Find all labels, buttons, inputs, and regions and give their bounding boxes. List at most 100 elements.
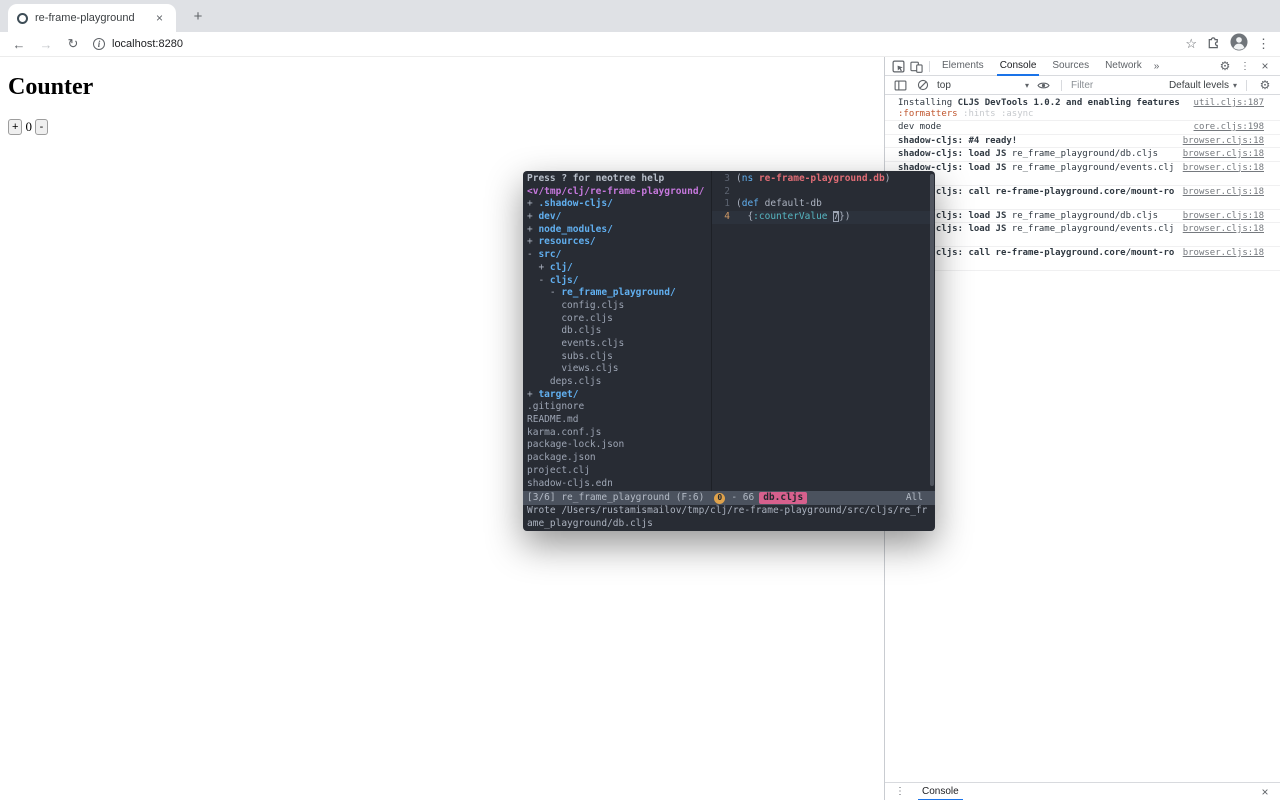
console-filter-input[interactable]	[1071, 79, 1157, 91]
console-message: shadow-cljs: load JS re_frame_playground…	[885, 162, 1280, 186]
editor-line: 4 {:counterValue 7})	[712, 211, 935, 224]
console-message-text: shadow-cljs: call re-frame-playground.co…	[898, 248, 1175, 269]
source-link[interactable]: browser.cljs:18	[1183, 211, 1264, 222]
divider	[1246, 79, 1247, 91]
tree-item-package-lock-json[interactable]: package-lock.json	[527, 439, 711, 452]
new-tab-button[interactable]: +	[188, 7, 208, 27]
devtools-tabbar: Elements Console Sources Network » ⚙ ⋮ ×	[885, 57, 1280, 76]
terminal-scrollbar[interactable]	[930, 174, 934, 486]
source-link[interactable]: browser.cljs:18	[1183, 248, 1264, 259]
source-link[interactable]: browser.cljs:18	[1183, 224, 1264, 235]
extensions-icon[interactable]	[1206, 34, 1221, 54]
javascript-context-select[interactable]: top ▾	[937, 80, 1029, 91]
inspect-element-icon[interactable]	[889, 58, 907, 75]
log-levels-select[interactable]: Default levels ▾	[1169, 80, 1237, 91]
tab-favicon-icon	[17, 12, 28, 24]
console-toolbar: top ▾ Default levels ▾ ⚙	[885, 76, 1280, 95]
source-link[interactable]: core.cljs:198	[1194, 122, 1264, 133]
forward-button[interactable]: →	[37, 35, 55, 53]
source-link[interactable]: util.cljs:187	[1194, 98, 1264, 109]
devtools-menu-icon[interactable]: ⋮	[1236, 58, 1254, 75]
terminal-window[interactable]: Press ? for neotree help <v/tmp/clj/re-f…	[523, 171, 935, 531]
clear-console-icon[interactable]	[914, 77, 932, 94]
devtools-tab-network[interactable]: Network	[1097, 57, 1150, 76]
source-link[interactable]: browser.cljs:18	[1183, 136, 1264, 147]
statusline-filename: db.cljs	[759, 491, 808, 505]
tree-item-db-cljs[interactable]: db.cljs	[527, 325, 711, 338]
live-expression-eye-icon[interactable]	[1034, 77, 1052, 94]
url-text: localhost:8280	[112, 38, 183, 50]
tree-item-core-cljs[interactable]: core.cljs	[527, 313, 711, 326]
tree-item-karma-conf-js[interactable]: karma.conf.js	[527, 427, 711, 440]
tab-title: re-frame-playground	[35, 12, 135, 24]
editor-line: 1 (def default-db	[724, 198, 822, 210]
terminal-panes: Press ? for neotree help <v/tmp/clj/re-f…	[523, 171, 935, 491]
statusline-buffer-info: [3/6] re_frame_playground (F:6)	[527, 491, 705, 503]
page-title: Counter	[8, 74, 94, 100]
console-settings-icon[interactable]: ⚙	[1256, 77, 1274, 94]
devtools-close-icon[interactable]: ×	[1256, 58, 1274, 75]
tree-item-config-cljs[interactable]: config.cljs	[527, 300, 711, 313]
drawer-tab-console[interactable]: Console	[913, 783, 968, 800]
devtools-panel: Elements Console Sources Network » ⚙ ⋮ × to…	[884, 57, 1280, 800]
tree-item-resources[interactable]: + resources/	[527, 236, 711, 249]
drawer-close-icon[interactable]: ×	[1256, 783, 1274, 800]
bookmark-star-icon[interactable]: ☆	[1185, 36, 1197, 52]
console-message-text: shadow-cljs: #4 ready!	[898, 135, 1018, 146]
more-tabs-icon[interactable]: »	[1150, 61, 1164, 72]
neotree-help-line: Press ? for neotree help	[527, 173, 665, 184]
decrement-button[interactable]: -	[34, 119, 48, 135]
devtools-tab-sources[interactable]: Sources	[1044, 57, 1097, 76]
tree-item-re-frame-playground[interactable]: - re_frame_playground/	[527, 287, 711, 300]
tree-item-project-clj[interactable]: project.clj	[527, 465, 711, 478]
tree-item-cljs[interactable]: - cljs/	[527, 275, 711, 288]
console-message: shadow-cljs: load JS re_frame_playground…	[885, 210, 1280, 223]
console-message: dev mode core.cljs:198	[885, 121, 1280, 135]
tree-item-views-cljs[interactable]: views.cljs	[527, 363, 711, 376]
counter-widget: + 0 -	[8, 119, 876, 135]
increment-button[interactable]: +	[8, 119, 23, 135]
back-button[interactable]: ←	[10, 35, 28, 53]
source-link[interactable]: browser.cljs:18	[1183, 187, 1264, 198]
divider	[1061, 79, 1062, 91]
devtools-tab-console[interactable]: Console	[992, 57, 1045, 76]
tree-item-deps-cljs[interactable]: deps.cljs	[527, 376, 711, 389]
source-link[interactable]: browser.cljs:18	[1183, 163, 1264, 174]
device-toolbar-icon[interactable]	[907, 58, 925, 75]
tree-item-gitignore[interactable]: .gitignore	[527, 401, 711, 414]
devtools-tab-elements[interactable]: Elements	[934, 57, 992, 76]
vim-statusline: [3/6] re_frame_playground (F:6) 0 - 66 d…	[523, 491, 935, 505]
site-info-icon[interactable]: i	[93, 38, 105, 50]
file-tree-list: + .shadow-cljs/+ dev/+ node_modules/+ re…	[527, 198, 711, 490]
console-message: shadow-cljs: call re-frame-playground.co…	[885, 247, 1280, 271]
tree-item-dev[interactable]: + dev/	[527, 211, 711, 224]
tree-item-node-modules[interactable]: + node_modules/	[527, 224, 711, 237]
console-message: Installing CLJS DevTools 1.0.2 and enabl…	[885, 97, 1280, 121]
tree-item-shadow-cljs-edn[interactable]: shadow-cljs.edn	[527, 478, 711, 491]
tree-item-src[interactable]: - src/	[527, 249, 711, 262]
tree-item-shadow-cljs[interactable]: + .shadow-cljs/	[527, 198, 711, 211]
tab-close-icon[interactable]: ×	[152, 11, 167, 26]
tree-item-package-json[interactable]: package.json	[527, 452, 711, 465]
tree-item-target[interactable]: + target/	[527, 389, 711, 402]
neotree-root-path: <v/tmp/clj/re-frame-playground/	[527, 185, 705, 197]
profile-avatar[interactable]	[1230, 32, 1248, 56]
drawer-menu-icon[interactable]: ⋮	[891, 783, 909, 800]
devtools-tabs: Elements Console Sources Network	[934, 57, 1150, 76]
editor-pane: 3 (ns re-frame-playground.db) 2 1 (def defau…	[711, 171, 935, 491]
source-link[interactable]: browser.cljs:18	[1183, 149, 1264, 160]
navbar-right-icons: ☆ ⋮	[1185, 32, 1270, 56]
console-sidebar-icon[interactable]	[891, 77, 909, 94]
tree-item-subs-cljs[interactable]: subs.cljs	[527, 351, 711, 364]
tree-item-events-cljs[interactable]: events.cljs	[527, 338, 711, 351]
navigation-bar: ← → ↻ i localhost:8280 ☆ ⋮	[0, 32, 1280, 57]
devtools-settings-icon[interactable]: ⚙	[1216, 58, 1234, 75]
address-bar[interactable]: i localhost:8280	[91, 34, 1176, 54]
console-message-text: Installing CLJS DevTools 1.0.2 and enabl…	[898, 98, 1180, 119]
statusline-counts: - 66	[731, 491, 755, 503]
tree-item-clj[interactable]: + clj/	[527, 262, 711, 275]
tree-item-readme-md[interactable]: README.md	[527, 414, 711, 427]
reload-button[interactable]: ↻	[64, 35, 82, 53]
browser-tab[interactable]: re-frame-playground ×	[8, 4, 176, 32]
browser-menu-icon[interactable]: ⋮	[1257, 36, 1270, 52]
